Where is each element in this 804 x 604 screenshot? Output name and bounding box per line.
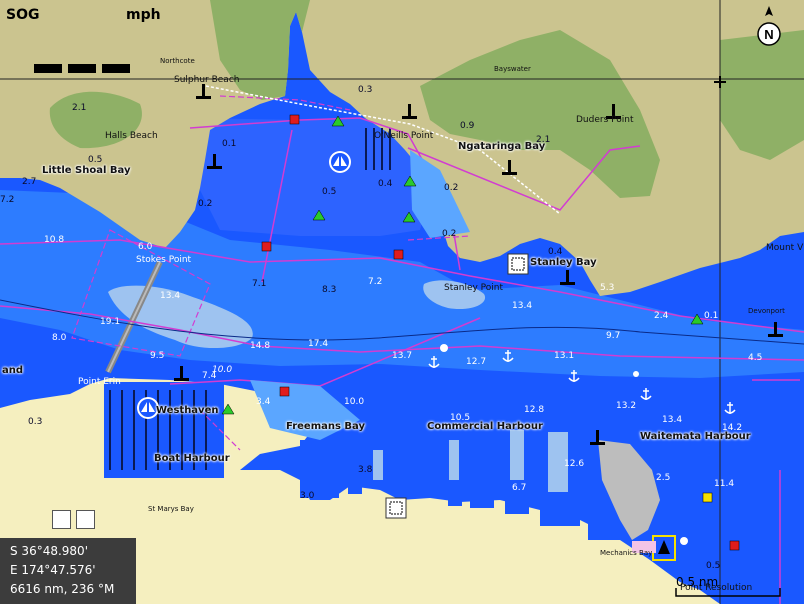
- depth-sounding: 13.4: [160, 291, 181, 301]
- depth-sounding: 2.7: [22, 177, 37, 187]
- depth-sounding: 0.3: [358, 85, 373, 95]
- depth-sounding: 8.0: [52, 333, 67, 343]
- longitude-readout: E 174°47.576': [10, 563, 96, 577]
- depth-sounding: 7.2: [0, 195, 15, 205]
- label-ngataringa-bay: Ngataringa Bay: [458, 141, 546, 152]
- speed-segment-2: [68, 64, 96, 73]
- chart-tile-button-2[interactable]: [76, 510, 95, 529]
- label-mechanics-bay: Mechanics Bay: [600, 549, 653, 557]
- info-tile-stanley[interactable]: [507, 253, 529, 275]
- depth-sounding: 7.1: [252, 279, 267, 289]
- label-oneills-point: O'Neills Point: [374, 131, 434, 141]
- north-compass-icon[interactable]: N: [756, 4, 782, 50]
- speed-segment-3: [102, 64, 130, 73]
- svg-text:N: N: [764, 27, 773, 42]
- depth-sounding: 17.4: [308, 339, 329, 349]
- depth-sounding: 2.1: [536, 135, 551, 145]
- depth-sounding: 0.1: [222, 139, 237, 149]
- label-stokes-point: Stokes Point: [136, 255, 192, 265]
- depth-sounding: 10.5: [450, 413, 471, 423]
- depth-sounding: 14.8: [250, 341, 271, 351]
- depth-sounding: 0.2: [444, 183, 459, 193]
- label-westhaven: Westhaven: [156, 405, 219, 416]
- marina-icon-north: [329, 151, 351, 173]
- depth-sounding: 0.9: [460, 121, 475, 131]
- depth-sounding: 5.3: [600, 283, 615, 293]
- label-bayswater: Bayswater: [494, 65, 531, 73]
- speed-segment-1: [34, 64, 62, 73]
- label-freemans-bay: Freemans Bay: [286, 421, 365, 432]
- latitude-readout: S 36°48.980': [10, 544, 88, 558]
- depth-sounding: 13.2: [616, 401, 637, 411]
- label-commercial-harbour: Commercial Harbour: [427, 421, 543, 432]
- label-halls-beach: Halls Beach: [105, 131, 158, 141]
- depth-sounding: 13.4: [662, 415, 683, 425]
- label-stanley-point: Stanley Point: [444, 283, 504, 293]
- label-duders-point: Duders Point: [576, 115, 634, 125]
- label-herne-bay: and: [2, 365, 24, 376]
- yellow-marker: [702, 492, 713, 503]
- depth-sounding: 3.0: [300, 491, 315, 501]
- label-st-marys-bay: St Marys Bay: [148, 505, 194, 513]
- depth-contour-label: 10.0: [212, 365, 233, 375]
- depth-sounding: 11.4: [714, 479, 735, 489]
- depth-sounding: 9.7: [606, 331, 621, 341]
- chart-tile-button-1[interactable]: [52, 510, 71, 529]
- depth-sounding: 4.5: [748, 353, 763, 363]
- label-devonport: Devonport: [748, 307, 785, 315]
- depth-sounding: 10.0: [344, 397, 365, 407]
- depth-sounding: 6.7: [512, 483, 527, 493]
- depth-sounding: 0.1: [704, 311, 719, 321]
- depth-sounding: 9.5: [150, 351, 165, 361]
- depth-sounding: 3.8: [358, 465, 373, 475]
- range-bearing-readout: 6616 nm, 236 °M: [10, 582, 115, 596]
- depth-sounding: 13.7: [392, 351, 413, 361]
- depth-sounding: 0.2: [442, 229, 457, 239]
- depth-sounding: 8.3: [322, 285, 337, 295]
- depth-sounding: 0.4: [378, 179, 393, 189]
- depth-sounding: 3.4: [256, 397, 271, 407]
- depth-sounding: 0.5: [322, 187, 337, 197]
- depth-sounding: 10.8: [44, 235, 65, 245]
- depth-sounding: 6.0: [138, 242, 153, 252]
- depth-sounding: 2.1: [72, 103, 87, 113]
- depth-sounding: 13.4: [512, 301, 533, 311]
- vessel-position-icon[interactable]: [652, 535, 676, 561]
- label-waitemata-harbour: Waitemata Harbour: [640, 431, 751, 442]
- depth-sounding: 0.5: [88, 155, 103, 165]
- info-tile-city[interactable]: [385, 497, 407, 519]
- position-panel: S 36°48.980' E 174°47.576' 6616 nm, 236 …: [0, 538, 136, 604]
- depth-sounding: 14.2: [722, 423, 743, 433]
- label-northcote: Northcote: [160, 57, 195, 65]
- speed-unit: mph: [126, 7, 161, 23]
- depth-sounding: 0.2: [198, 199, 213, 209]
- depth-sounding: 13.1: [554, 351, 575, 361]
- depth-sounding: 0.5: [706, 561, 721, 571]
- label-mount-victoria: Mount V: [766, 243, 804, 253]
- depth-sounding: 2.4: [654, 311, 669, 321]
- depth-sounding: 2.5: [656, 473, 671, 483]
- scale-label: 0.5 nm: [676, 575, 719, 589]
- depth-sounding: 0.4: [548, 247, 563, 257]
- label-little-shoal-bay: Little Shoal Bay: [42, 165, 131, 176]
- depth-sounding: 12.7: [466, 357, 487, 367]
- speed-label: SOG: [6, 7, 40, 23]
- label-point-erin: Point Erin: [78, 377, 121, 387]
- depth-sounding: 12.8: [524, 405, 545, 415]
- nautical-chart[interactable]: [0, 0, 804, 604]
- depth-sounding: 12.6: [564, 459, 585, 469]
- label-boat-harbour: Boat Harbour: [154, 453, 230, 464]
- depth-sounding: 7.2: [368, 277, 383, 287]
- label-stanley-bay: Stanley Bay: [530, 257, 597, 268]
- depth-sounding: 0.3: [28, 417, 43, 427]
- depth-sounding: 19.1: [100, 317, 121, 327]
- label-sulphur-beach: Sulphur Beach: [174, 75, 240, 85]
